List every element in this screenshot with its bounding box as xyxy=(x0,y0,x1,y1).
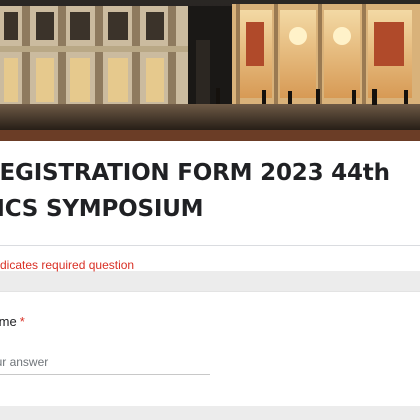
banner-accent-strip xyxy=(0,130,420,141)
header-banner xyxy=(0,0,420,141)
title-divider xyxy=(0,245,420,246)
question-label: Name* xyxy=(0,314,25,329)
header-image xyxy=(0,0,420,141)
question-label-text: Name xyxy=(0,314,17,329)
name-answer-input[interactable] xyxy=(0,350,210,375)
question-card-name: Name* xyxy=(0,291,420,406)
required-question-note: * Indicates required question xyxy=(0,258,135,272)
required-asterisk: * xyxy=(19,314,25,329)
form-title-card: REGISTRATION FORM 2023 44th MCS SYMPOSIU… xyxy=(0,141,420,272)
form-title: REGISTRATION FORM 2023 44th MCS SYMPOSIU… xyxy=(0,160,390,222)
